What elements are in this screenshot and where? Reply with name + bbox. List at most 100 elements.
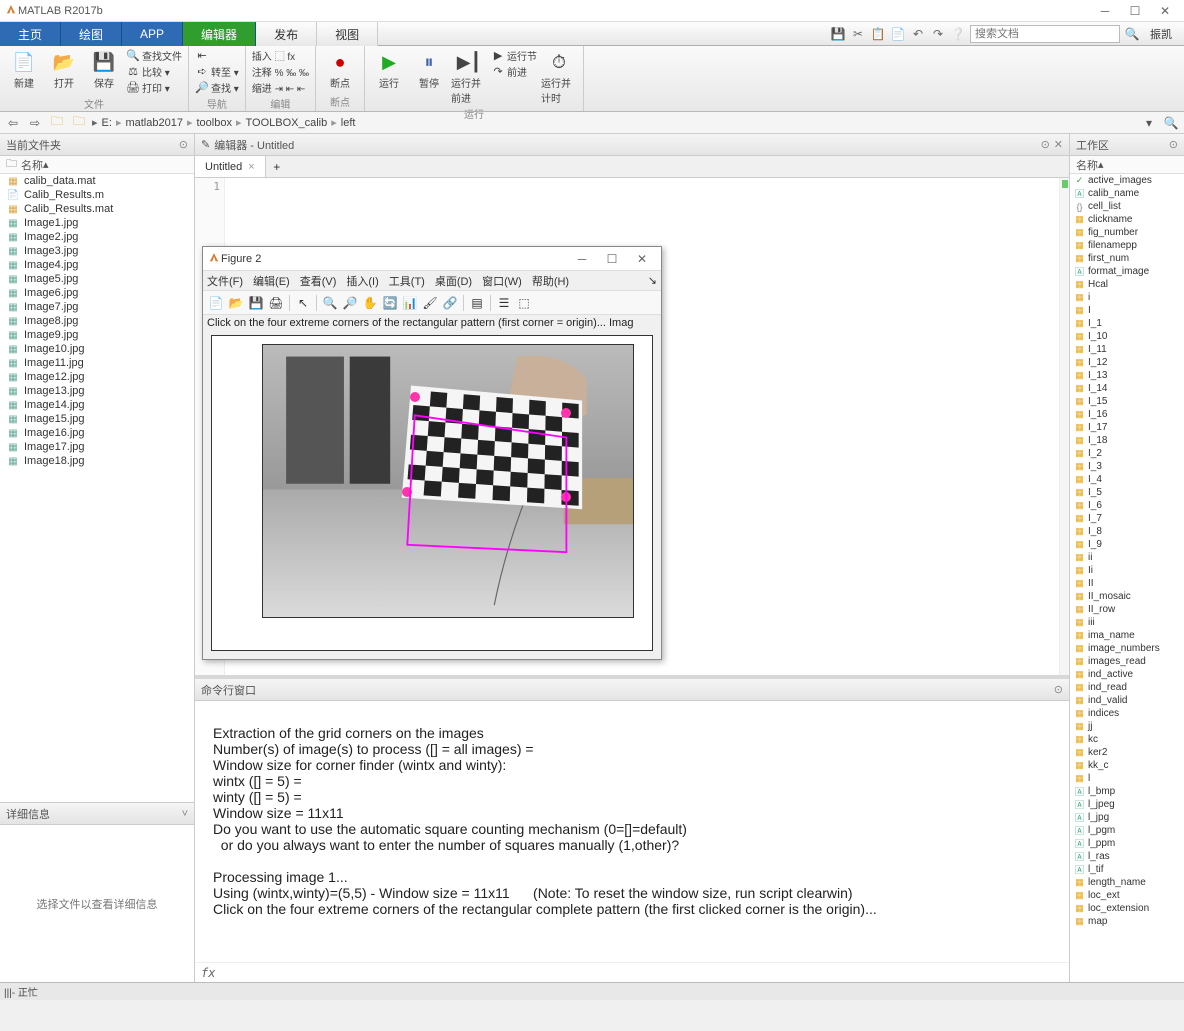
menu-file[interactable]: 文件(F) <box>207 273 243 289</box>
workspace-var[interactable]: ▦clickname <box>1070 213 1184 226</box>
workspace-var[interactable]: ▦ind_read <box>1070 681 1184 694</box>
file-item[interactable]: ▦Image17.jpg <box>0 440 194 454</box>
save-figure-icon[interactable]: 💾 <box>247 294 265 312</box>
workspace-var[interactable]: ▦kk_c <box>1070 759 1184 772</box>
qat-copy-icon[interactable]: 📋 <box>870 26 886 42</box>
menu-window[interactable]: 窗口(W) <box>482 273 522 289</box>
browse-icon-2[interactable]: 🗀 <box>70 114 88 132</box>
save-button[interactable]: 💾保存 <box>86 48 122 90</box>
new-figure-icon[interactable]: 📄 <box>207 294 225 312</box>
file-item[interactable]: ▦Image18.jpg <box>0 454 194 468</box>
workspace-var[interactable]: ▦I_6 <box>1070 499 1184 512</box>
file-item[interactable]: ▦Image5.jpg <box>0 272 194 286</box>
new-button[interactable]: 📄新建 <box>6 48 42 90</box>
file-item[interactable]: ▦calib_data.mat <box>0 174 194 188</box>
nav-back-button[interactable]: ⇤ <box>195 48 239 63</box>
workspace-var[interactable]: ▦I_18 <box>1070 434 1184 447</box>
workspace-column-header[interactable]: 名称 ▴ <box>1070 156 1184 174</box>
file-item[interactable]: ▦Image12.jpg <box>0 370 194 384</box>
close-icon[interactable]: × <box>248 161 254 173</box>
workspace-var[interactable]: ▦kc <box>1070 733 1184 746</box>
workspace-var[interactable]: ▦length_name <box>1070 876 1184 889</box>
editor-tab-untitled[interactable]: Untitled × <box>195 156 266 177</box>
tab-home[interactable]: 主页 <box>0 22 61 46</box>
qat-help-icon[interactable]: ❔ <box>950 26 966 42</box>
cmd-menu-icon[interactable]: ⊙ <box>1054 683 1063 696</box>
figure-minimize-button[interactable]: ─ <box>567 249 597 269</box>
workspace-var[interactable]: ▦image_numbers <box>1070 642 1184 655</box>
zoom-out-icon[interactable]: 🔎 <box>341 294 359 312</box>
workspace-var[interactable]: ▦I <box>1070 304 1184 317</box>
user-label[interactable]: 振凯 <box>1144 26 1178 42</box>
workspace-var[interactable]: ✓active_images <box>1070 174 1184 187</box>
workspace-var[interactable]: ▦I_15 <box>1070 395 1184 408</box>
workspace-var[interactable]: ▦I_13 <box>1070 369 1184 382</box>
rotate-icon[interactable]: 🔄 <box>381 294 399 312</box>
qat-save-icon[interactable]: 💾 <box>830 26 846 42</box>
workspace-var[interactable]: ▦ii <box>1070 551 1184 564</box>
datacursor-icon[interactable]: 📊 <box>401 294 419 312</box>
file-item[interactable]: ▦Image16.jpg <box>0 426 194 440</box>
workspace-var[interactable]: 🄰l_tif <box>1070 863 1184 876</box>
menu-help[interactable]: 帮助(H) <box>532 273 569 289</box>
menu-view[interactable]: 查看(V) <box>300 273 337 289</box>
pause-button[interactable]: ⏸暂停 <box>411 48 447 90</box>
menu-tools[interactable]: 工具(T) <box>389 273 425 289</box>
nav-back-button[interactable]: ⇦ <box>4 114 22 132</box>
panel-menu-icon[interactable]: ⊙ <box>179 138 188 151</box>
workspace-var[interactable]: ▦Ii <box>1070 564 1184 577</box>
workspace-var[interactable]: ▦ker2 <box>1070 746 1184 759</box>
file-item[interactable]: ▦Image6.jpg <box>0 286 194 300</box>
figure-axes[interactable]: 50 100 150 200 250 300 350 400 450 100 2… <box>211 335 653 651</box>
workspace-var[interactable]: ▦fig_number <box>1070 226 1184 239</box>
workspace-var[interactable]: ▦i <box>1070 291 1184 304</box>
workspace-var[interactable]: 🄰l_ras <box>1070 850 1184 863</box>
command-output[interactable]: Extraction of the grid corners on the im… <box>195 701 1069 962</box>
workspace-var[interactable]: ▦ind_valid <box>1070 694 1184 707</box>
workspace-var[interactable]: ▦I_12 <box>1070 356 1184 369</box>
comment-button[interactable]: 注释 % ‰ ‰ <box>252 64 309 79</box>
file-item[interactable]: ▦Image10.jpg <box>0 342 194 356</box>
workspace-var[interactable]: ▦indices <box>1070 707 1184 720</box>
menu-insert[interactable]: 插入(I) <box>346 273 378 289</box>
workspace-var[interactable]: 🄰format_image <box>1070 265 1184 278</box>
workspace-var[interactable]: ▦first_num <box>1070 252 1184 265</box>
editor-menu-icon[interactable]: ⊙ <box>1041 138 1050 151</box>
workspace-var[interactable]: ▦II <box>1070 577 1184 590</box>
search-icon[interactable]: 🔍 <box>1124 26 1140 42</box>
file-item[interactable]: ▦Image1.jpg <box>0 216 194 230</box>
link-icon[interactable]: 🔗 <box>441 294 459 312</box>
run-advance-button[interactable]: ▶┃运行并前进 <box>451 48 487 105</box>
command-prompt[interactable]: fx <box>195 962 1069 982</box>
file-item[interactable]: ▦Image11.jpg <box>0 356 194 370</box>
breadcrumb[interactable]: E:▸ matlab2017▸ toolbox▸ TOOLBOX_calib▸ … <box>102 116 1136 129</box>
menu-extra-icon[interactable]: ↘ <box>648 274 657 287</box>
workspace-var[interactable]: ▦I_9 <box>1070 538 1184 551</box>
open-figure-icon[interactable]: 📂 <box>227 294 245 312</box>
workspace-var[interactable]: 🄰l_jpg <box>1070 811 1184 824</box>
tab-apps[interactable]: APP <box>122 22 183 46</box>
breakpoints-button[interactable]: ●断点 <box>322 48 358 90</box>
dropdown-icon[interactable]: ▾ <box>1140 114 1158 132</box>
workspace-var[interactable]: ▦I_7 <box>1070 512 1184 525</box>
workspace-var[interactable]: ▦I_2 <box>1070 447 1184 460</box>
current-folder-column-header[interactable]: 🗀 名称 ▴ <box>0 156 194 174</box>
workspace-var[interactable]: ▦I_14 <box>1070 382 1184 395</box>
workspace-var[interactable]: 🄰l_ppm <box>1070 837 1184 850</box>
file-item[interactable]: ▦Image3.jpg <box>0 244 194 258</box>
print-button[interactable]: 🖨打印 ▾ <box>126 80 182 95</box>
figure-close-button[interactable]: ✕ <box>627 249 657 269</box>
workspace-var[interactable]: ▦Hcal <box>1070 278 1184 291</box>
find-button[interactable]: 🔎查找 ▾ <box>195 80 239 95</box>
workspace-var[interactable]: ▦II_mosaic <box>1070 590 1184 603</box>
file-item[interactable]: 📄Calib_Results.m <box>0 188 194 202</box>
colorbar-icon[interactable]: ▤ <box>468 294 486 312</box>
workspace-var[interactable]: ▦ima_name <box>1070 629 1184 642</box>
minimize-button[interactable]: ─ <box>1090 1 1120 21</box>
workspace-var[interactable]: ▦map <box>1070 915 1184 928</box>
workspace-var[interactable]: ▦I_8 <box>1070 525 1184 538</box>
editor-close-icon[interactable]: ✕ <box>1054 138 1063 151</box>
workspace-var[interactable]: 🄰l_jpeg <box>1070 798 1184 811</box>
maximize-button[interactable]: ☐ <box>1120 1 1150 21</box>
file-item[interactable]: ▦Image2.jpg <box>0 230 194 244</box>
